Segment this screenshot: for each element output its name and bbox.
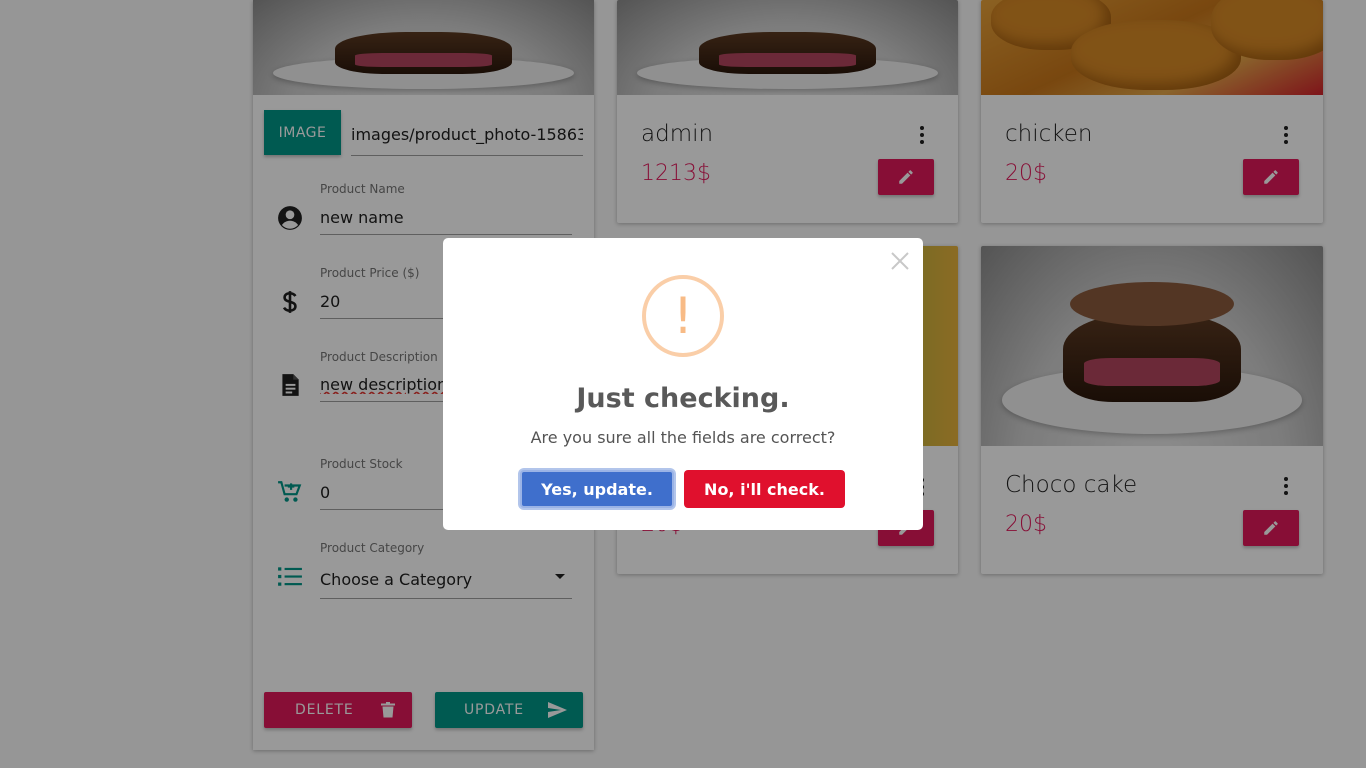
dialog-title: Just checking. (576, 383, 790, 414)
dialog-message: Are you sure all the fields are correct? (530, 428, 836, 447)
cancel-button[interactable]: No, i'll check. (684, 470, 845, 508)
confirm-dialog: ! Just checking. Are you sure all the fi… (443, 238, 923, 530)
warning-icon: ! (642, 275, 724, 357)
confirm-update-button[interactable]: Yes, update. (520, 470, 674, 508)
warning-icon-glyph: ! (672, 287, 694, 345)
close-icon[interactable] (889, 250, 911, 272)
